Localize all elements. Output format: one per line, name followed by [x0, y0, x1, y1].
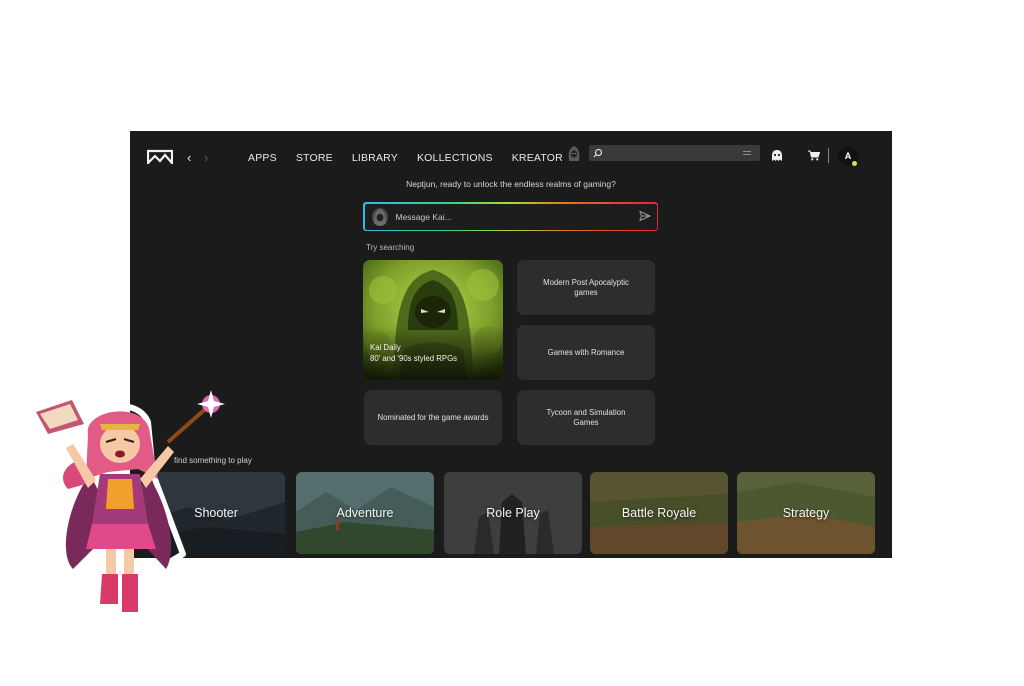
featured-title: Kai Daily — [370, 343, 401, 352]
genre-label: Battle Royale — [621, 506, 697, 520]
kai-avatar — [371, 207, 388, 226]
genre-card-battle-royale[interactable]: Battle Royale — [590, 472, 728, 554]
chat-box-inner — [364, 203, 657, 230]
genre-label: Role Play — [486, 506, 540, 520]
try-searching-label: Try searching — [366, 243, 415, 252]
nav-item-store[interactable]: STORE — [296, 152, 333, 164]
online-status-dot — [852, 161, 857, 166]
app-window: ‹ › APPS STORE LIBRARY KOLLECTIONS KREAT… — [130, 131, 892, 558]
ghost-icon[interactable] — [770, 149, 784, 162]
kai-assistant-icon[interactable] — [567, 145, 581, 162]
main-nav: APPS STORE LIBRARY KOLLECTIONS KREATOR — [248, 152, 582, 164]
greeting-text: Neptjun, ready to unlock the endless rea… — [406, 179, 616, 189]
send-icon[interactable] — [638, 210, 651, 222]
cart-icon[interactable] — [808, 150, 820, 161]
nav-item-kreator[interactable]: KREATOR — [512, 152, 563, 164]
nav-item-kollections[interactable]: KOLLECTIONS — [417, 152, 493, 164]
wizard-girl-mascot — [33, 390, 225, 616]
logo-icon[interactable] — [147, 149, 173, 165]
genre-label: Adventure — [336, 506, 394, 520]
featured-text: Kai Daily 80' and '90s styled RPGs — [370, 342, 457, 364]
divider — [828, 148, 829, 163]
featured-subtitle: 80' and '90s styled RPGs — [370, 354, 458, 363]
genre-label: Strategy — [782, 506, 830, 520]
genre-card-strategy[interactable]: Strategy — [737, 472, 875, 554]
page: ‹ › APPS STORE LIBRARY KOLLECTIONS KREAT… — [0, 0, 1024, 686]
featured-suggestion-kai-daily[interactable]: Kai Daily 80' and '90s styled RPGs — [363, 260, 503, 380]
filter-icon[interactable] — [743, 149, 751, 157]
suggestion-romance[interactable]: Games with Romance — [517, 325, 655, 380]
chat-input[interactable] — [395, 203, 626, 230]
genre-card-adventure[interactable]: Adventure — [296, 472, 434, 554]
nav-item-apps[interactable]: APPS — [248, 152, 277, 164]
suggestion-tycoon-simulation[interactable]: Tycoon and Simulation Games — [517, 390, 655, 445]
chat-box — [363, 202, 658, 231]
search-icon — [593, 148, 603, 158]
forward-button[interactable]: › — [204, 151, 208, 164]
suggestion-game-awards[interactable]: Nominated for the game awards — [364, 390, 502, 445]
nav-item-library[interactable]: LIBRARY — [352, 152, 398, 164]
suggestion-post-apocalyptic[interactable]: Modern Post Apocalyptic games — [517, 260, 655, 315]
search-bar[interactable] — [589, 145, 760, 161]
back-button[interactable]: ‹ — [187, 151, 191, 164]
genre-card-role-play[interactable]: Role Play — [444, 472, 582, 554]
